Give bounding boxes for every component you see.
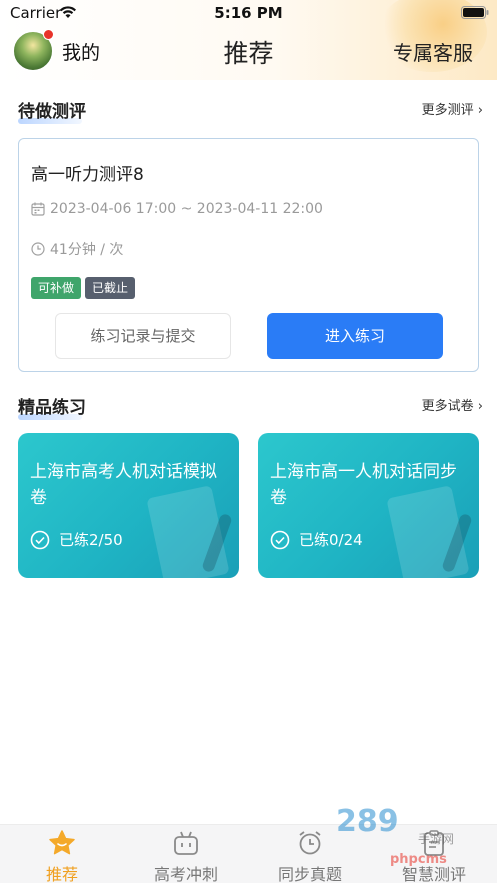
makeup-allowed-badge: 可补做 bbox=[31, 277, 82, 299]
calendar-icon bbox=[31, 202, 45, 216]
clock-time: 5:16 PM bbox=[214, 4, 283, 22]
more-papers-label: 更多试卷 bbox=[421, 399, 474, 414]
assessment-time-range: 2023-04-06 17:00 ~ 2023-04-11 22:00 bbox=[50, 201, 323, 217]
alarm-clock-icon bbox=[299, 831, 321, 855]
more-assessments-link[interactable]: 更多测评 › bbox=[422, 99, 483, 118]
tab-label: 高考冲刺 bbox=[153, 865, 218, 883]
chevron-right-icon: › bbox=[473, 103, 483, 118]
tab-sync-exams[interactable]: 同步真题 bbox=[248, 825, 372, 883]
assessment-card[interactable]: 高一听力测评8 2023-04-06 17:00 ~ 2023-04-11 22… bbox=[18, 138, 479, 372]
app-header: 我的 推荐 专属客服 bbox=[0, 26, 497, 76]
chevron-right-icon: › bbox=[473, 399, 483, 414]
tab-smart-assessment[interactable]: 智慧测评 bbox=[372, 825, 496, 883]
practice-progress-row: 已练0/24 bbox=[270, 529, 363, 550]
star-icon bbox=[49, 830, 75, 855]
practice-progress: 已练2/50 bbox=[59, 531, 123, 549]
featured-section-label: 精品练习 bbox=[18, 398, 86, 418]
clock-icon bbox=[31, 242, 45, 256]
tab-gaokao-sprint[interactable]: 高考冲刺 bbox=[124, 825, 248, 883]
practice-record-button[interactable]: 练习记录与提交 bbox=[55, 313, 231, 359]
tab-label: 同步真题 bbox=[277, 865, 342, 883]
pending-section-label: 待做测评 bbox=[18, 102, 86, 122]
tv-robot-icon bbox=[174, 831, 198, 855]
practice-card[interactable]: 上海市高一人机对话同步卷 已练0/24 bbox=[258, 433, 479, 578]
status-bar: Carrier 5:16 PM bbox=[0, 0, 497, 26]
more-papers-link[interactable]: 更多试卷 › bbox=[422, 395, 483, 414]
clipboard-icon bbox=[424, 830, 444, 856]
assessment-duration: 41分钟 / 次 bbox=[50, 242, 124, 258]
assessment-duration-row: 41分钟 / 次 bbox=[31, 239, 123, 259]
assessment-time-row: 2023-04-06 17:00 ~ 2023-04-11 22:00 bbox=[31, 201, 323, 217]
bottom-tab-bar: 推荐 高考冲刺 同步真题 智慧测评 bbox=[0, 824, 497, 883]
pending-section-title: 待做测评 bbox=[18, 97, 86, 124]
tab-label: 推荐 bbox=[45, 865, 78, 883]
tab-label: 智慧测评 bbox=[401, 865, 466, 883]
practice-progress: 已练0/24 bbox=[299, 531, 363, 549]
featured-section-title: 精品练习 bbox=[18, 393, 86, 420]
practice-card[interactable]: 上海市高考人机对话模拟卷 已练2/50 bbox=[18, 433, 239, 578]
check-circle-icon bbox=[270, 530, 290, 549]
customer-service-button[interactable]: 专属客服 bbox=[393, 37, 473, 66]
practice-progress-row: 已练2/50 bbox=[30, 529, 123, 550]
check-circle-icon bbox=[30, 530, 50, 549]
closed-badge: 已截止 bbox=[85, 277, 136, 299]
battery-icon bbox=[461, 6, 489, 19]
practice-title: 上海市高考人机对话模拟卷 bbox=[30, 462, 217, 508]
assessment-title: 高一听力测评8 bbox=[31, 165, 144, 185]
enter-practice-button[interactable]: 进入练习 bbox=[267, 313, 443, 359]
more-assessments-label: 更多测评 bbox=[421, 103, 474, 118]
practice-title: 上海市高一人机对话同步卷 bbox=[270, 462, 457, 508]
tab-recommend[interactable]: 推荐 bbox=[0, 825, 124, 883]
